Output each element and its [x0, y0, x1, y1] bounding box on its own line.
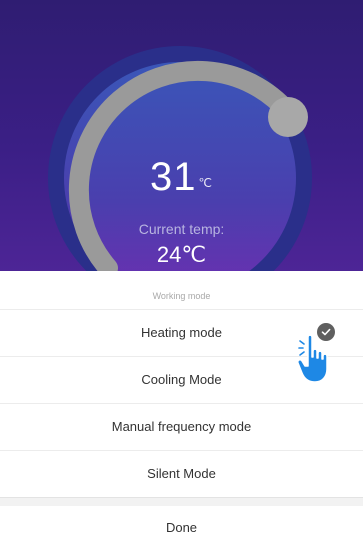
set-temperature-value: 31: [150, 155, 197, 199]
dial-knob[interactable]: [268, 97, 308, 137]
option-label: Cooling Mode: [141, 372, 222, 387]
sheet-title: Working mode: [152, 291, 211, 301]
done-button[interactable]: Done: [0, 506, 363, 550]
sheet-divider: [0, 497, 363, 506]
working-mode-sheet: Working mode Heating mode Cooling Mode M…: [0, 271, 363, 535]
option-manual-frequency-mode[interactable]: Manual frequency mode: [0, 403, 363, 450]
thermostat-panel: 31 ℃ Current temp: 24℃: [0, 0, 363, 271]
hand-pointer-icon: [297, 334, 328, 383]
option-label: Silent Mode: [147, 466, 216, 481]
set-temperature: 31 ℃: [0, 154, 363, 200]
option-silent-mode[interactable]: Silent Mode: [0, 450, 363, 497]
current-temp-value: 24℃: [156, 242, 207, 267]
current-temp-label: Current temp:: [138, 221, 225, 237]
option-label: Heating mode: [141, 325, 222, 340]
thermostat-screen: 31 ℃ Current temp: 24℃ Working mode Heati…: [0, 0, 363, 535]
option-label: Manual frequency mode: [111, 419, 252, 434]
set-temperature-unit: ℃: [198, 176, 213, 190]
